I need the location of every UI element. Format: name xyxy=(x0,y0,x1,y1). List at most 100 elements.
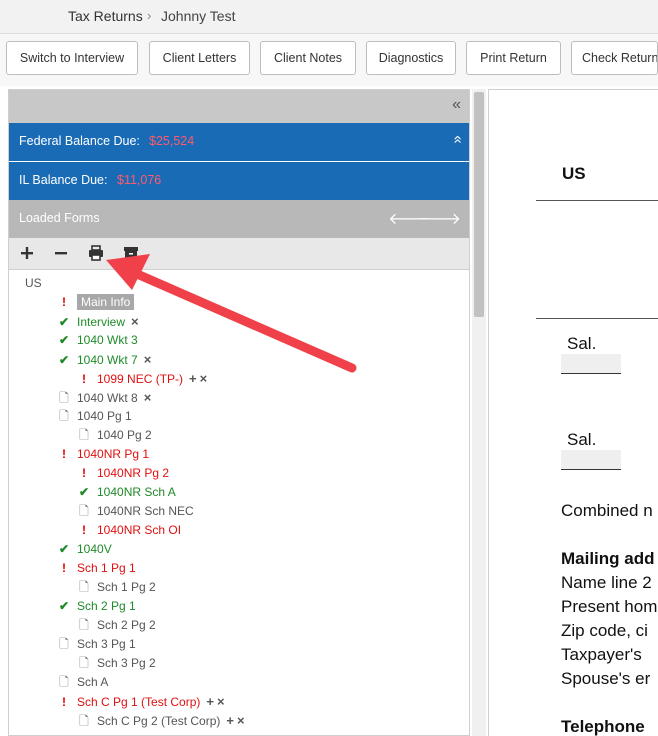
collapse-left-icon[interactable]: « xyxy=(452,96,461,114)
switch-to-interview-button[interactable]: Switch to Interview xyxy=(6,41,138,75)
form-line: Taxpayer's xyxy=(561,645,642,664)
diagnostics-button[interactable]: Diagnostics xyxy=(366,41,456,75)
check-return-button[interactable]: Check Return xyxy=(571,41,658,75)
form-line: Zip code, ci xyxy=(561,621,648,640)
tree-item-sch-3-pg-1[interactable]: 🗋 Sch 3 Pg 1 xyxy=(57,635,136,654)
remove-icon[interactable] xyxy=(52,244,70,262)
telephone-heading: Telephone xyxy=(561,717,645,736)
tree-item-1040nr-sch-a[interactable]: ✔ 1040NR Sch A xyxy=(77,483,176,502)
federal-balance-label: Federal Balance Due: xyxy=(19,134,140,148)
check-icon: ✔ xyxy=(58,542,70,556)
tree-item-1040-wkt-3[interactable]: ✔ 1040 Wkt 3 xyxy=(57,331,138,350)
document-icon: 🗋 xyxy=(79,428,89,442)
sal-label-2: Sal. xyxy=(567,430,597,449)
il-balance-label: IL Balance Due: xyxy=(19,173,108,187)
combined-name-label: Combined n xyxy=(561,501,653,520)
tree-item-sch-1-pg-2[interactable]: 🗋 Sch 1 Pg 2 xyxy=(77,578,156,597)
tree-root-us[interactable]: US xyxy=(25,274,42,293)
breadcrumb-tax-returns[interactable]: Tax Returns xyxy=(68,8,143,24)
loaded-forms-bar: Loaded Forms 🡐 🡒 xyxy=(9,200,469,238)
tree-item-1040nr-pg-2[interactable]: ! 1040NR Pg 2 xyxy=(77,464,169,483)
panel-scrollbar-thumb[interactable] xyxy=(474,92,484,317)
tree-item-sch-2-pg-2[interactable]: 🗋 Sch 2 Pg 2 xyxy=(77,616,156,635)
federal-balance-value: $25,524 xyxy=(149,134,195,148)
tree-item-sch-c-pg-2[interactable]: 🗋 Sch C Pg 2 (Test Corp) + × xyxy=(77,711,245,730)
check-icon: ✔ xyxy=(58,353,70,367)
error-icon: ! xyxy=(62,295,66,309)
remove-form-icon[interactable]: × xyxy=(237,713,245,728)
document-icon: 🗋 xyxy=(79,580,89,594)
tree-item-1040v[interactable]: ✔ 1040V xyxy=(57,540,112,559)
divider xyxy=(536,200,658,201)
add-icon[interactable] xyxy=(18,244,36,262)
document-icon: 🗋 xyxy=(79,714,89,728)
check-icon: ✔ xyxy=(58,315,70,329)
tree-item-sch-a[interactable]: 🗋 Sch A xyxy=(57,673,108,692)
archive-icon[interactable] xyxy=(122,244,140,262)
error-icon: ! xyxy=(62,447,66,461)
tree-item-1040-wkt-7[interactable]: ✔ 1040 Wkt 7 × xyxy=(57,350,151,369)
remove-form-icon[interactable]: × xyxy=(144,390,152,405)
tree-item-1040-pg-2[interactable]: 🗋 1040 Pg 2 xyxy=(77,426,152,445)
document-icon: 🗋 xyxy=(59,675,69,689)
add-copy-icon[interactable]: + xyxy=(189,371,197,386)
sal-label-1: Sal. xyxy=(567,334,597,353)
collapse-up-icon[interactable]: » xyxy=(448,135,465,143)
client-notes-button[interactable]: Client Notes xyxy=(260,41,356,75)
sal-field-1[interactable] xyxy=(561,354,621,374)
error-icon: ! xyxy=(62,561,66,575)
form-country: US xyxy=(562,164,586,183)
tree-item-1040nr-pg-1[interactable]: ! 1040NR Pg 1 xyxy=(57,445,149,464)
divider xyxy=(536,318,658,319)
add-copy-icon[interactable]: + xyxy=(206,694,214,709)
forms-action-bar xyxy=(9,238,469,270)
tree-item-main-info[interactable]: ! Main Info xyxy=(57,293,135,312)
print-icon[interactable] xyxy=(87,244,105,262)
form-line: Spouse's er xyxy=(561,669,651,688)
tree-item-sch-c-pg-1[interactable]: ! Sch C Pg 1 (Test Corp) + × xyxy=(57,692,225,711)
mailing-address-heading: Mailing add xyxy=(561,549,655,568)
check-icon: ✔ xyxy=(78,485,90,499)
remove-form-icon[interactable]: × xyxy=(131,314,139,329)
check-icon: ✔ xyxy=(58,599,70,613)
tree-item-sch-2-pg-1[interactable]: ✔ Sch 2 Pg 1 xyxy=(57,597,136,616)
add-copy-icon[interactable]: + xyxy=(226,713,234,728)
tree-item-1040-pg-1[interactable]: 🗋 1040 Pg 1 xyxy=(57,407,132,426)
document-icon: 🗋 xyxy=(79,504,89,518)
breadcrumb: Tax Returns › Johnny Test xyxy=(0,0,658,34)
error-icon: ! xyxy=(82,523,86,537)
tree-item-sch-3-pg-2[interactable]: 🗋 Sch 3 Pg 2 xyxy=(77,654,156,673)
form-line: Present hom xyxy=(561,597,658,616)
check-icon: ✔ xyxy=(58,333,70,347)
il-balance-bar[interactable]: IL Balance Due: $11,076 xyxy=(9,162,469,200)
document-icon: 🗋 xyxy=(79,656,89,670)
client-letters-button[interactable]: Client Letters xyxy=(149,41,250,75)
panel-header: « xyxy=(9,90,469,123)
error-icon: ! xyxy=(82,466,86,480)
print-return-button[interactable]: Print Return xyxy=(466,41,561,75)
remove-form-icon[interactable]: × xyxy=(217,694,225,709)
document-icon: 🗋 xyxy=(59,391,69,405)
tree-item-interview[interactable]: ✔ Interview × xyxy=(57,312,139,331)
tree-item-1040nr-sch-nec[interactable]: 🗋 1040NR Sch NEC xyxy=(77,502,194,521)
tree-item-1040nr-sch-oi[interactable]: ! 1040NR Sch OI xyxy=(77,521,181,540)
document-icon: 🗋 xyxy=(59,637,69,651)
form-preview: US Sal. Sal. Combined n Mailing add Name… xyxy=(488,89,658,736)
tree-item-1099-nec[interactable]: ! 1099 NEC (TP-) + × xyxy=(77,369,207,388)
toolbar: Switch to Interview Client Letters Clien… xyxy=(0,34,658,86)
tree-item-sch-1-pg-1[interactable]: ! Sch 1 Pg 1 xyxy=(57,559,136,578)
forms-tree: US ! Main Info ✔ Interview × ✔ 1040 Wkt 3 ✔ 1… xyxy=(9,270,469,735)
forms-panel: « Federal Balance Due: $25,524 » IL Bala… xyxy=(8,89,470,736)
remove-form-icon[interactable]: × xyxy=(200,371,208,386)
error-icon: ! xyxy=(62,695,66,709)
document-icon: 🗋 xyxy=(79,618,89,632)
federal-balance-bar[interactable]: Federal Balance Due: $25,524 » xyxy=(9,123,469,161)
form-line: Name line 2 xyxy=(561,573,652,592)
arrow-right-icon[interactable]: 🡒 xyxy=(418,208,461,229)
tree-item-1040-wkt-8[interactable]: 🗋 1040 Wkt 8 × xyxy=(57,388,151,407)
error-icon: ! xyxy=(82,372,86,386)
loaded-forms-title: Loaded Forms xyxy=(19,211,100,225)
remove-form-icon[interactable]: × xyxy=(144,352,152,367)
sal-field-2[interactable] xyxy=(561,450,621,470)
breadcrumb-current: Johnny Test xyxy=(161,8,236,24)
